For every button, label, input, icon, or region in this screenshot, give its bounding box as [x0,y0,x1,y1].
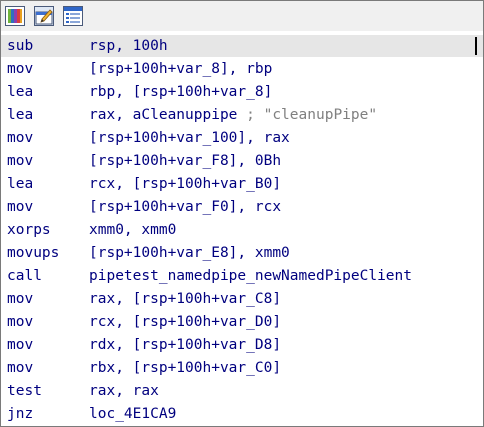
instruction-line[interactable]: jnz loc_4E1CA9 [1,403,483,426]
instruction-operands[interactable]: pipetest_namedpipe_newNamedPipeClient [89,265,412,288]
instruction-operands[interactable]: [rsp+100h+var_100], rax [89,127,290,150]
instruction-line[interactable]: movups [rsp+100h+var_E8], xmm0 [1,242,483,265]
instruction-line[interactable]: sub rsp, 100h [1,35,483,57]
instruction-mnemonic: sub [7,38,34,54]
instruction-line[interactable]: lea rax, aCleanuppipe ; "cleanupPipe" [1,104,483,127]
instruction-line[interactable]: lea rcx, [rsp+100h+var_B0] [1,173,483,196]
instruction-mnemonic: mov [7,61,34,77]
instruction-mnemonic: mov [7,337,34,353]
instruction-mnemonic: lea [7,176,34,192]
instruction-operands[interactable]: rax, [rsp+100h+var_C8] [89,288,281,311]
instruction-line[interactable]: mov [rsp+100h+var_F8], 0Bh [1,150,483,173]
instruction-operands[interactable]: rbx, [rsp+100h+var_C0] [89,357,281,380]
instruction-mnemonic: mov [7,360,34,376]
instruction-line[interactable]: mov [rsp+100h+var_F0], rcx [1,196,483,219]
instruction-operands[interactable]: rax, aCleanuppipe ; "cleanupPipe" [89,104,377,127]
instruction-operands[interactable]: loc_4E1CA9 [89,403,176,426]
instruction-operands[interactable]: rdx, [rsp+100h+var_D8] [89,334,281,357]
instruction-line[interactable]: call pipetest_namedpipe_newNamedPipeClie… [1,265,483,288]
instruction-mnemonic: movups [7,245,60,261]
disassembly-node-panel: sub rsp, 100h mov [rsp+100h+var_8], rbp … [0,0,484,427]
instruction-operands[interactable]: xmm0, xmm0 [89,219,176,242]
instruction-line[interactable]: lea rbp, [rsp+100h+var_8] [1,81,483,104]
instruction-line[interactable]: xorps xmm0, xmm0 [1,219,483,242]
instruction-line[interactable]: mov [rsp+100h+var_100], rax [1,127,483,150]
instruction-operands[interactable]: rbp, [rsp+100h+var_8] [89,81,272,104]
properties-icon[interactable] [63,6,83,26]
instruction-mnemonic: mov [7,130,34,146]
instruction-mnemonic: mov [7,314,34,330]
instruction-mnemonic: test [7,383,42,399]
instruction-listing[interactable]: sub rsp, 100h mov [rsp+100h+var_8], rbp … [1,35,483,426]
instruction-mnemonic: mov [7,291,34,307]
string-comment: ; "cleanupPipe" [246,107,378,123]
instruction-mnemonic: xorps [7,222,51,238]
instruction-operands[interactable]: rsp, 100h [89,35,168,57]
instruction-line[interactable]: mov rbx, [rsp+100h+var_C0] [1,357,483,380]
instruction-operands[interactable]: [rsp+100h+var_F0], rcx [89,196,281,219]
graph-view-icon[interactable] [5,6,25,26]
instruction-line[interactable]: test rax, rax [1,380,483,403]
instruction-mnemonic: lea [7,84,34,100]
text-cursor [475,37,477,55]
instruction-operands[interactable]: rax, rax [89,380,159,403]
instruction-mnemonic: mov [7,199,34,215]
instruction-line[interactable]: mov rdx, [rsp+100h+var_D8] [1,334,483,357]
instruction-mnemonic: mov [7,153,34,169]
instruction-line[interactable]: mov [rsp+100h+var_8], rbp [1,58,483,81]
node-toolbar [1,1,483,31]
instruction-operands[interactable]: rcx, [rsp+100h+var_B0] [89,173,281,196]
instruction-mnemonic: lea [7,107,34,123]
instruction-line[interactable]: mov rax, [rsp+100h+var_C8] [1,288,483,311]
operand-text[interactable]: rax, aCleanuppipe [89,107,237,123]
instruction-line[interactable]: mov rcx, [rsp+100h+var_D0] [1,311,483,334]
instruction-operands[interactable]: [rsp+100h+var_E8], xmm0 [89,242,290,265]
instruction-mnemonic: call [7,268,42,284]
instruction-operands[interactable]: rcx, [rsp+100h+var_D0] [89,311,281,334]
instruction-operands[interactable]: [rsp+100h+var_8], rbp [89,58,272,81]
instruction-mnemonic: jnz [7,406,34,422]
edit-function-icon[interactable] [34,6,54,26]
instruction-operands[interactable]: [rsp+100h+var_F8], 0Bh [89,150,281,173]
